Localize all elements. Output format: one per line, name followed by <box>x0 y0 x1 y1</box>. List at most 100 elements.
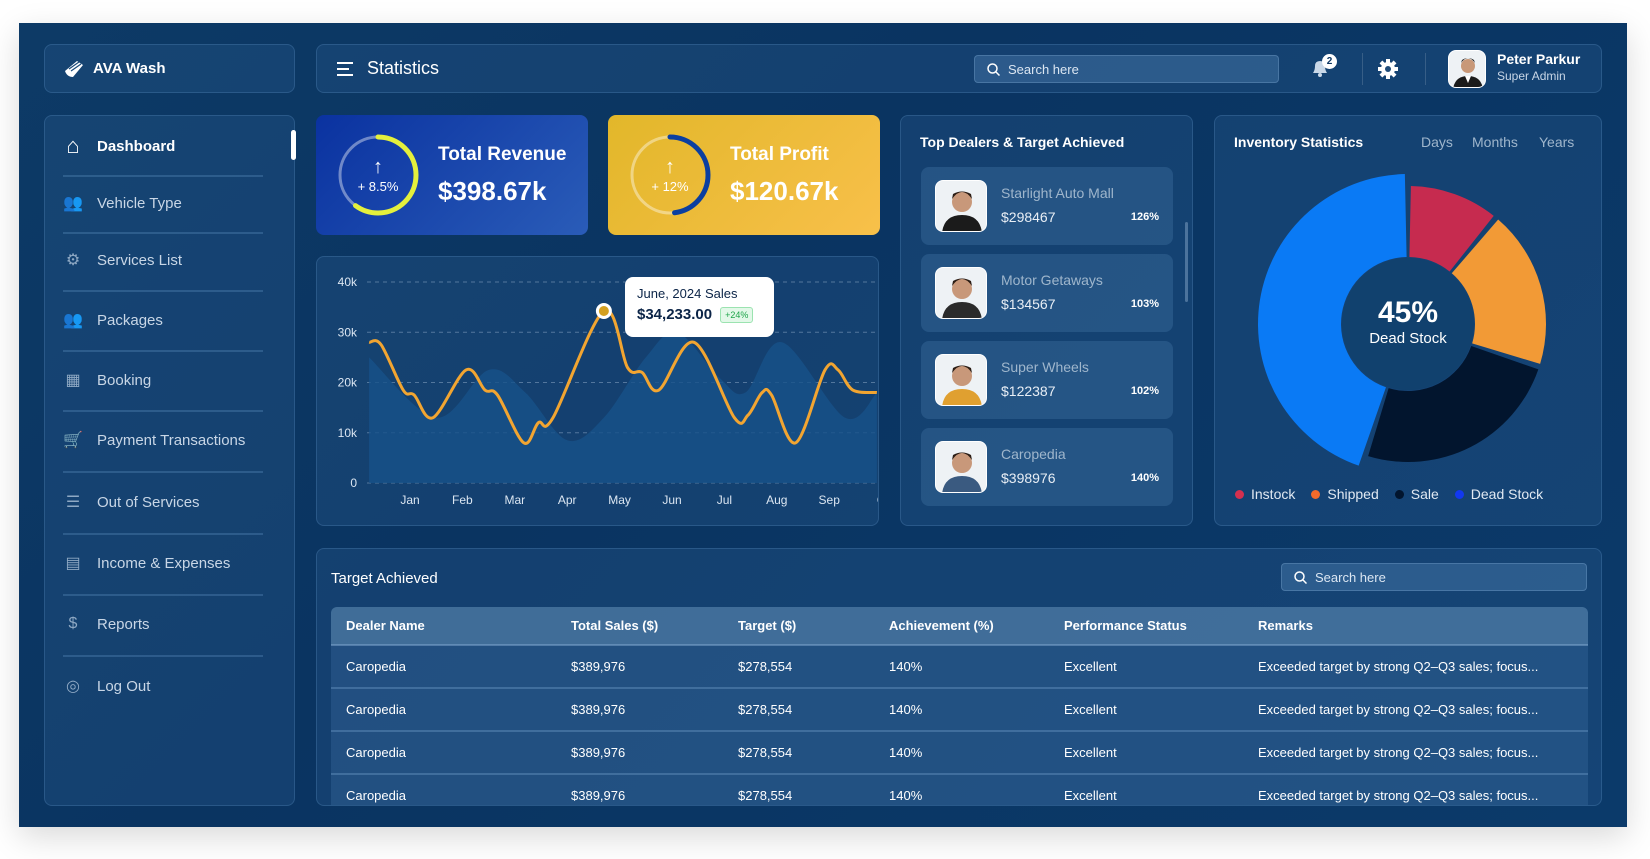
arrow-up-icon: ↑ <box>373 156 383 178</box>
sidebar-item-label: Log Out <box>97 677 151 695</box>
divider <box>63 655 263 657</box>
sidebar-item-packages[interactable]: 👥 Packages <box>63 292 263 348</box>
period-tab-days[interactable]: Days <box>1421 134 1453 150</box>
sidebar-item-dashboard[interactable]: ⌂ Dashboard <box>63 118 263 174</box>
legend-item[interactable]: Dead Stock <box>1454 486 1543 502</box>
table-cell: $389,976 <box>556 645 723 689</box>
grid-gear-icon: ▦ <box>65 372 81 389</box>
column-header[interactable]: Total Sales ($) <box>556 607 723 646</box>
column-header[interactable]: Target ($) <box>723 607 874 646</box>
x-tick-label: Aug <box>766 493 787 507</box>
dealer-name: Motor Getaways <box>1001 272 1103 288</box>
donut-center-label: Dead Stock <box>1369 330 1447 347</box>
profit-progress-ring: ↑ + 12% <box>628 133 712 217</box>
y-tick-label: 40k <box>338 275 358 289</box>
table-cell: $278,554 <box>723 645 874 689</box>
person-photo-icon <box>942 365 982 405</box>
table-cell: Exceeded target by strong Q2–Q3 sales; f… <box>1243 774 1588 805</box>
lifebuoy-icon: ◎ <box>66 678 80 695</box>
table-row[interactable]: Caropedia $389,976 $278,554 140% Excellent Ex… <box>331 774 1588 805</box>
user-name[interactable]: Peter Parkur <box>1497 51 1580 67</box>
inventory-title: Inventory Statistics <box>1234 134 1364 150</box>
brand[interactable]: AVA Wash <box>44 44 295 93</box>
hamburger-menu-icon[interactable] <box>337 61 355 77</box>
sidebar-item-label: Reports <box>97 615 150 633</box>
column-header[interactable]: Performance Status <box>1049 607 1243 646</box>
top-header: Statistics Search here 2 Peter Parkur Su… <box>316 44 1602 93</box>
sidebar-item-label: Out of Services <box>97 493 200 511</box>
gear-icon[interactable] <box>1377 58 1399 80</box>
table-row[interactable]: Caropedia $389,976 $278,554 140% Excellent Ex… <box>331 688 1588 732</box>
dealers-scrollbar[interactable] <box>1185 222 1188 302</box>
dealer-card[interactable]: Motor Getaways $134567 103% <box>921 254 1173 332</box>
profit-value: $120.67k <box>730 175 839 206</box>
dealer-card[interactable]: Super Wheels $122387 102% <box>921 341 1173 419</box>
users-group-icon: 👥 <box>63 195 83 212</box>
table-cell: Excellent <box>1049 645 1243 689</box>
column-header[interactable]: Remarks <box>1243 607 1588 646</box>
table-cell: Excellent <box>1049 688 1243 732</box>
dealer-target-pct: 140% <box>1130 472 1159 484</box>
legend-item[interactable]: Shipped <box>1311 486 1379 502</box>
table-search-input[interactable]: Search here <box>1281 563 1587 591</box>
total-profit-card[interactable]: ↑ + 12% Total Profit $120.67k <box>608 115 880 235</box>
users-icon: 👥 <box>63 312 83 329</box>
sidebar-item-log-out[interactable]: ◎ Log Out <box>63 658 263 714</box>
dealer-sales: $298467 <box>1001 209 1056 225</box>
table-cell: 140% <box>874 774 1049 805</box>
table-cell: Excellent <box>1049 731 1243 775</box>
dealer-card[interactable]: Caropedia $398976 140% <box>921 428 1173 506</box>
inventory-statistics-card: Inventory Statistics Days Months Years 4… <box>1214 115 1602 526</box>
column-header[interactable]: Dealer Name <box>331 607 556 646</box>
period-tab-years[interactable]: Years <box>1539 134 1574 150</box>
sidebar-item-payment-transactions[interactable]: 🛒 Payment Transactions <box>63 412 263 468</box>
sidebar-item-out-of-services[interactable]: ☰ Out of Services <box>63 474 263 530</box>
column-header[interactable]: Achievement (%) <box>874 607 1049 646</box>
sidebar-item-label: Services List <box>97 251 183 269</box>
sidebar-item-income-expenses[interactable]: ▤ Income & Expenses <box>63 535 263 591</box>
sidebar-item-vehicle-type[interactable]: 👥 Vehicle Type <box>63 175 263 231</box>
target-achieved-card: Target Achieved Search here Dealer Name T… <box>316 548 1602 806</box>
active-indicator <box>291 130 296 160</box>
search-placeholder: Search here <box>1315 569 1386 585</box>
table-row[interactable]: Caropedia $389,976 $278,554 140% Excellent Ex… <box>331 731 1588 775</box>
home-icon: ⌂ <box>66 133 80 158</box>
profit-change: + 12% <box>651 179 689 194</box>
x-tick-label: May <box>608 493 631 507</box>
dealer-sales: $134567 <box>1001 296 1056 312</box>
legend-item[interactable]: Instock <box>1235 486 1295 502</box>
sidebar-item-booking[interactable]: ▦ Booking <box>63 352 263 408</box>
total-revenue-card[interactable]: ↑ + 8.5% Total Revenue $398.67k <box>316 115 588 235</box>
tooltip-title: June, 2024 Sales <box>637 286 738 301</box>
y-tick-label: 10k <box>338 426 358 440</box>
sales-line-chart[interactable]: 0 10k 20k 30k 40k Jan Feb Mar Apr May Jun Jul Aug Sep… <box>317 257 879 526</box>
target-table: Dealer Name Total Sales ($) Target ($) Achi… <box>331 607 1588 805</box>
table-cell: $389,976 <box>556 731 723 775</box>
legend-item[interactable]: Sale <box>1394 486 1439 502</box>
header-search-input[interactable]: Search here <box>974 55 1279 83</box>
table-row[interactable]: Caropedia $389,976 $278,554 140% Excellent Ex… <box>331 645 1588 689</box>
table-cell: Caropedia <box>331 688 556 732</box>
dealer-target-pct: 102% <box>1130 385 1159 397</box>
divider <box>1362 53 1363 85</box>
person-photo-icon <box>942 452 982 492</box>
table-cell: Exceeded target by strong Q2–Q3 sales; f… <box>1243 645 1588 689</box>
table-cell: Caropedia <box>331 774 556 805</box>
tooltip-change-badge: +24% <box>720 306 754 323</box>
sidebar-item-label: Vehicle Type <box>97 194 182 212</box>
sidebar-item-services-list[interactable]: ⚙ Services List <box>63 232 263 288</box>
table-cell: Caropedia <box>331 645 556 689</box>
table-cell: $389,976 <box>556 774 723 805</box>
dealer-card[interactable]: Starlight Auto Mall $298467 126% <box>921 167 1173 245</box>
user-avatar[interactable] <box>1448 50 1486 88</box>
dealer-avatar <box>935 267 987 319</box>
sidebar-item-reports[interactable]: $ Reports <box>63 596 263 652</box>
document-icon: ▤ <box>65 555 81 572</box>
notifications-button[interactable]: 2 <box>1309 54 1339 83</box>
user-role: Super Admin <box>1497 69 1566 83</box>
period-tab-months[interactable]: Months <box>1472 134 1518 150</box>
sales-chart-card: 0 10k 20k 30k 40k Jan Feb Mar Apr May Jun Jul Aug Sep… <box>316 256 879 526</box>
table-cell: 140% <box>874 688 1049 732</box>
table-cell: Exceeded target by strong Q2–Q3 sales; f… <box>1243 688 1588 732</box>
top-dealers-card: Top Dealers & Target Achieved Starlight … <box>900 115 1193 526</box>
